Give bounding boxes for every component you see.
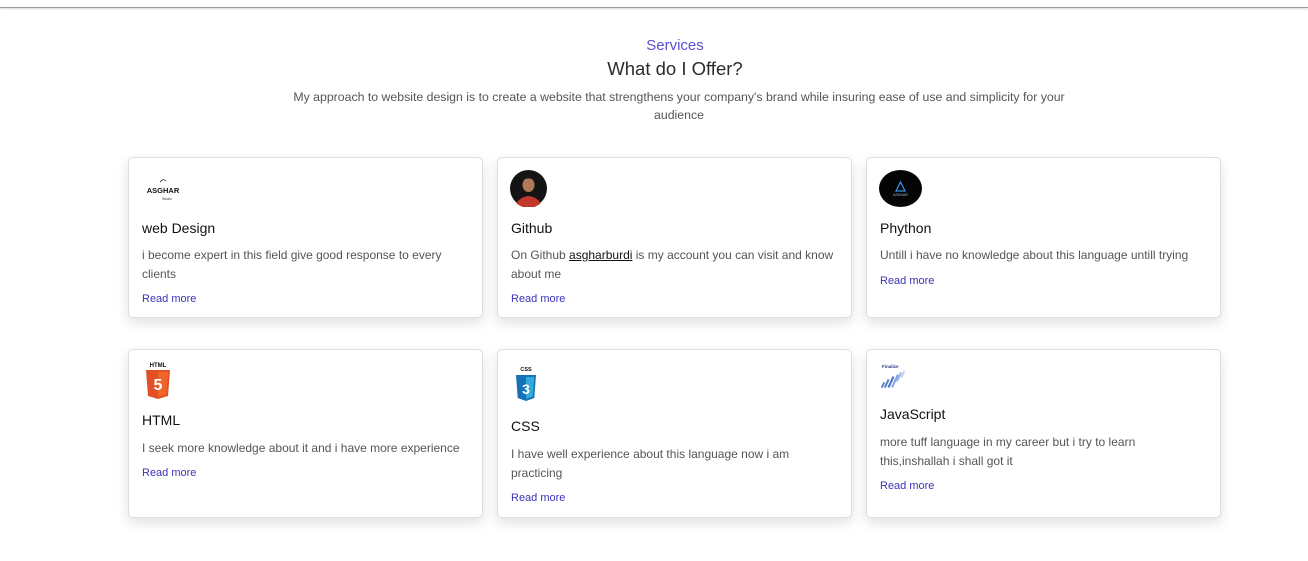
svg-text:5: 5	[154, 377, 163, 394]
card-description: more tuff language in my career but i tr…	[880, 435, 1136, 468]
svg-text:CSS: CSS	[520, 367, 532, 373]
card-description: I seek more knowledge about it and i hav…	[142, 441, 460, 455]
read-more-link[interactable]: Read more	[880, 274, 934, 288]
card-description: On Github asgharburdi is my account you …	[511, 248, 834, 281]
javascript-chart-icon: Finalize	[879, 362, 911, 392]
svg-text:ASGHAR: ASGHAR	[893, 193, 908, 197]
read-more-link[interactable]: Read more	[511, 491, 565, 505]
card-title: JavaScript	[880, 406, 946, 422]
card-description: i become expert in this field give good …	[142, 248, 442, 281]
card-title: Phython	[880, 220, 932, 236]
section-description: My approach to website design is to crea…	[293, 90, 1065, 122]
asghar-dark-logo-icon: ASGHAR	[879, 170, 922, 207]
service-card-web-design: ASGHAR Studio web Design i become expert…	[128, 157, 483, 318]
asghar-logo-icon: ASGHAR Studio	[143, 174, 183, 204]
svg-text:Studio: Studio	[162, 197, 172, 201]
service-card-javascript: Finalize JavaScript more tuff language i…	[866, 349, 1221, 518]
section-eyebrow: Services	[646, 37, 704, 54]
svg-text:ASGHAR: ASGHAR	[147, 186, 180, 195]
svg-text:3: 3	[522, 381, 530, 397]
service-card-html: HTML 5 HTML I seek more knowledge about …	[128, 349, 483, 518]
card-title: CSS	[511, 418, 540, 434]
svg-text:HTML: HTML	[150, 363, 167, 369]
read-more-link[interactable]: Read more	[142, 292, 196, 306]
github-username-link[interactable]: asgharburdi	[569, 248, 632, 262]
services-header: Services What do I Offer? My approach to…	[0, 36, 1308, 124]
card-title: web Design	[142, 220, 216, 236]
profile-photo-icon	[510, 170, 547, 207]
html5-icon: HTML 5	[144, 361, 172, 401]
card-description: Untill i have no knowledge about this la…	[880, 248, 1189, 262]
svg-text:Finalize: Finalize	[882, 364, 899, 369]
top-navbar-edge	[0, 0, 1308, 8]
card-title: HTML	[142, 412, 181, 428]
card-description: I have well experience about this langua…	[511, 447, 790, 480]
read-more-link[interactable]: Read more	[511, 292, 565, 306]
card-title: Github	[511, 220, 553, 236]
read-more-link[interactable]: Read more	[142, 466, 196, 480]
service-card-python: ASGHAR Phython Untill i have no knowledg…	[866, 157, 1221, 318]
css3-icon: CSS 3	[514, 365, 538, 405]
read-more-link[interactable]: Read more	[880, 479, 934, 493]
service-card-css: CSS 3 CSS I have well experience about t…	[497, 349, 852, 518]
section-title: What do I Offer?	[607, 58, 743, 79]
service-card-github: Github On Github asgharburdi is my accou…	[497, 157, 852, 318]
